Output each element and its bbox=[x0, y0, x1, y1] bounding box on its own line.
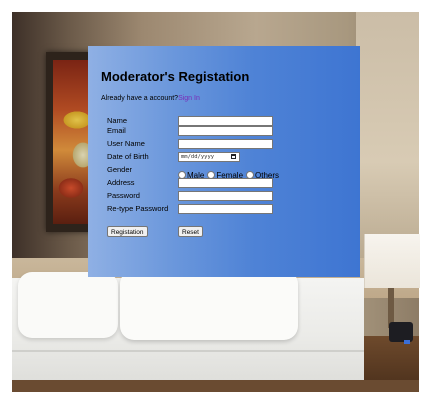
gender-radio-group: Male Female Others bbox=[178, 165, 282, 180]
dob-label: Date of Birth bbox=[107, 152, 149, 161]
account-prompt: Already have a account?Sign In bbox=[101, 95, 200, 102]
username-label: User Name bbox=[107, 139, 145, 148]
reset-button[interactable]: Reset bbox=[178, 226, 203, 237]
email-input[interactable] bbox=[178, 126, 273, 136]
email-label: Email bbox=[107, 126, 126, 135]
account-prompt-text: Already have a account? bbox=[101, 95, 179, 102]
password-input[interactable] bbox=[178, 191, 273, 201]
registration-panel: Moderator's Registation Already have a a… bbox=[88, 46, 360, 277]
address-label: Address bbox=[107, 178, 135, 187]
retype-password-label: Re-type Password bbox=[107, 204, 169, 213]
alarm-clock bbox=[389, 322, 413, 342]
wall-right bbox=[356, 12, 419, 262]
name-input[interactable] bbox=[178, 116, 273, 126]
lamp-shade bbox=[364, 234, 420, 288]
pillow-left bbox=[18, 272, 118, 338]
sign-in-link[interactable]: Sign In bbox=[178, 95, 200, 102]
calendar-icon[interactable] bbox=[231, 154, 236, 159]
address-input[interactable] bbox=[178, 178, 273, 188]
bed-fold bbox=[12, 350, 364, 352]
username-input[interactable] bbox=[178, 139, 273, 149]
registation-button[interactable]: Registation bbox=[107, 226, 148, 237]
pillow-right bbox=[120, 270, 298, 340]
retype-password-input[interactable] bbox=[178, 204, 273, 214]
floor bbox=[12, 380, 419, 392]
clock-light bbox=[404, 340, 410, 344]
dob-input[interactable]: mm/dd/yyyy bbox=[178, 152, 240, 162]
dob-placeholder: mm/dd/yyyy bbox=[181, 154, 215, 160]
name-label: Name bbox=[107, 116, 128, 125]
gender-label: Gender bbox=[107, 165, 133, 174]
password-label: Password bbox=[107, 191, 140, 200]
page-title: Moderator's Registation bbox=[101, 69, 250, 84]
